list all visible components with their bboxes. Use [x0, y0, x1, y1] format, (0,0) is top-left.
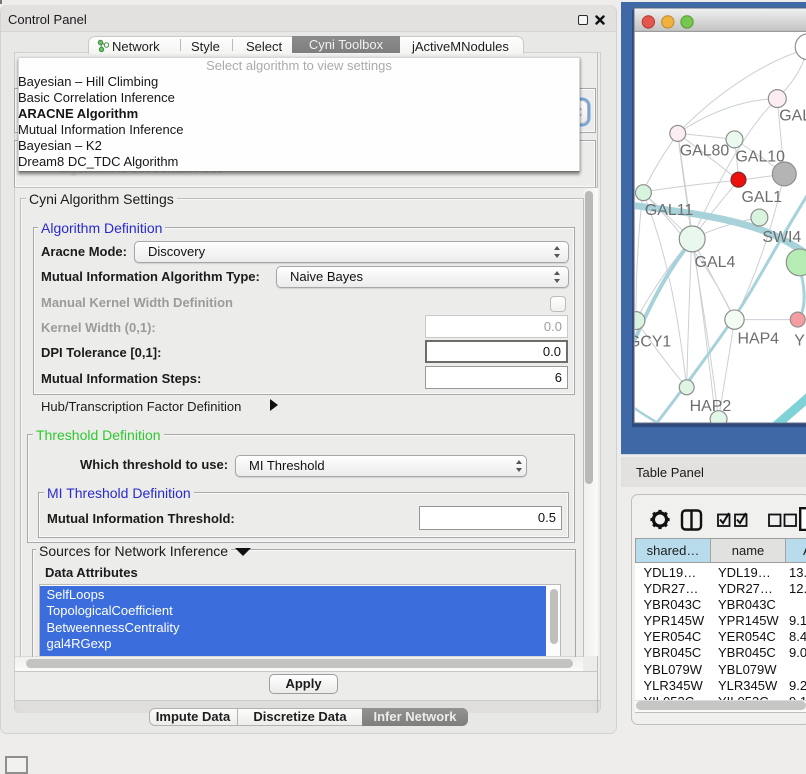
svg-text:GAL: GAL — [779, 107, 806, 124]
svg-text:GAL11: GAL11 — [645, 202, 693, 219]
svg-text:SWI4: SWI4 — [762, 229, 801, 246]
svg-text:HAP2: HAP2 — [690, 398, 732, 415]
svg-text:HAP4: HAP4 — [737, 330, 779, 347]
svg-text:GAL4: GAL4 — [695, 254, 736, 271]
svg-text:GAL1: GAL1 — [741, 189, 782, 206]
svg-text:GAL80: GAL80 — [680, 142, 730, 159]
svg-text:Y: Y — [794, 332, 805, 349]
svg-text:GAL10: GAL10 — [735, 148, 785, 165]
